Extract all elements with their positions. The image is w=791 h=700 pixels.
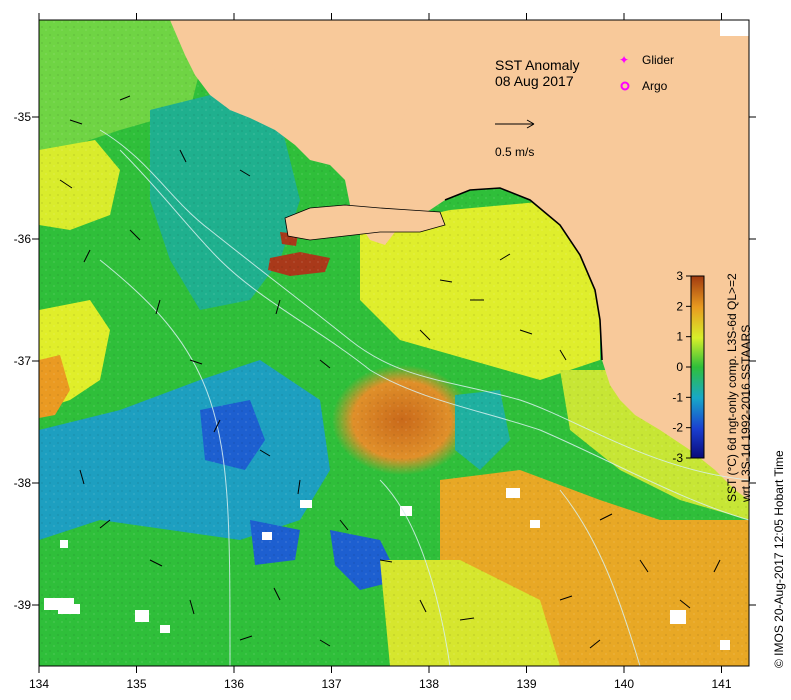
- sst-anomaly-map-figure: 134 135 136 137 138 139 140 141 -35 -36 -37 -38 -39…: [14, 13, 786, 691]
- map-title: SST Anomaly: [495, 57, 580, 73]
- map-plot-area: [39, 20, 749, 666]
- x-tick-label: 137: [321, 677, 341, 691]
- colorbar-tick-label: 1: [676, 330, 683, 344]
- y-tick-label: -38: [14, 476, 32, 490]
- scale-label: 0.5 m/s: [495, 145, 534, 159]
- x-tick-label: 140: [614, 677, 634, 691]
- glider-marker-icon: ✦: [619, 53, 629, 67]
- x-tick-label: 138: [419, 677, 439, 691]
- y-tick-label: -37: [14, 354, 32, 368]
- colorbar-label-line2: wrt L3S-1d 1992-2016 SSTAARS: [739, 325, 753, 503]
- colorbar-tick-label: -2: [672, 421, 683, 435]
- argo-label: Argo: [642, 79, 668, 93]
- imos-credit: © IMOS 20-Aug-2017 12:05 Hobart Time: [772, 450, 786, 668]
- colorbar-ramp: [690, 275, 705, 459]
- colorbar-label-line1: SST (°C) 6d ngt-only comp. L3S-6d QL>=2: [725, 273, 739, 502]
- x-tick-label: 141: [711, 677, 731, 691]
- map-date: 08 Aug 2017: [495, 73, 574, 89]
- x-tick-label: 135: [126, 677, 146, 691]
- colorbar-tick-label: -3: [672, 451, 683, 465]
- colorbar-tick-label: 0: [676, 360, 683, 374]
- land-corner-white: [720, 20, 749, 36]
- y-tick-label: -36: [14, 232, 32, 246]
- colorbar-tick-label: 2: [676, 299, 683, 313]
- glider-label: Glider: [642, 53, 674, 67]
- y-tick-label: -35: [14, 110, 32, 124]
- colorbar-tick-label: 3: [676, 269, 683, 283]
- colorbar-tick-label: -1: [672, 390, 683, 404]
- y-tick-label: -39: [14, 598, 32, 612]
- x-tick-label: 139: [516, 677, 536, 691]
- x-tick-label: 136: [224, 677, 244, 691]
- x-tick-label: 134: [29, 677, 49, 691]
